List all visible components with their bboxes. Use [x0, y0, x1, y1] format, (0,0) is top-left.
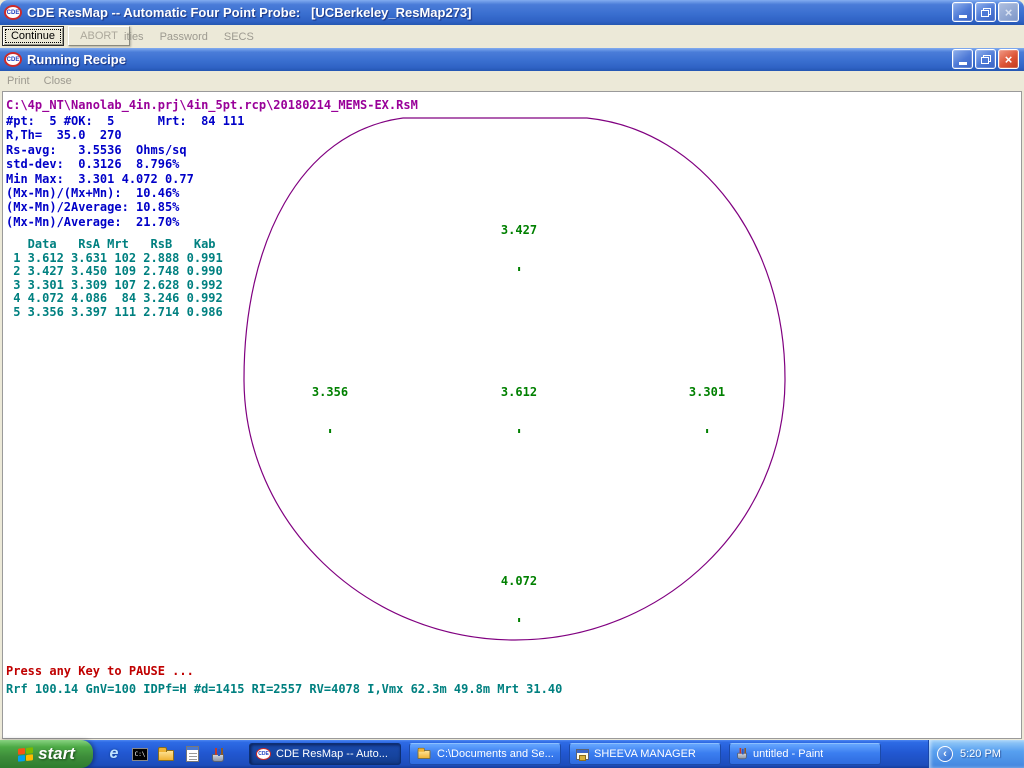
wafer-point-marker — [518, 618, 520, 622]
running-recipe-window: CDE Running Recipe × Print Close C:\4p_N… — [0, 48, 1024, 740]
task-button-area: CDE CDE ResMap -- Auto... C:\Documents a… — [237, 743, 928, 765]
notepad-icon[interactable] — [183, 745, 201, 763]
app-window-icon — [576, 749, 589, 760]
recipe-window-menubar: Print Close — [0, 71, 1024, 91]
wafer-point-bottom: 4.072 — [490, 546, 548, 650]
tray-chevron-icon[interactable]: ‹ — [937, 746, 953, 762]
menu-item-print[interactable]: Print — [7, 75, 30, 87]
system-tray: ‹ 5:20 PM — [928, 740, 1024, 768]
main-window-titlebar: CDE CDE ResMap -- Automatic Four Point P… — [0, 0, 1024, 25]
wafer-point-value: 3.356 — [301, 385, 359, 399]
wafer-point-value: 3.427 — [490, 223, 548, 237]
wafer-point-right: 3.301 — [678, 357, 736, 461]
cde-app-icon: CDE — [4, 5, 22, 20]
taskbar-item-documents-folder[interactable]: C:\Documents and Se... — [409, 743, 561, 765]
taskbar: start e C:\ CDE CDE ResMap -- Auto... C:… — [0, 740, 1024, 768]
windows-flag-icon — [18, 747, 33, 762]
folder-icon — [418, 750, 431, 759]
pause-message: Press any Key to PAUSE ... — [6, 664, 194, 678]
menu-item-secs[interactable]: SECS — [224, 31, 254, 43]
main-minimize-button[interactable] — [952, 2, 973, 22]
start-button[interactable]: start — [0, 740, 93, 768]
wafer-point-value: 3.301 — [678, 385, 736, 399]
wafer-point-center: 3.612 — [490, 357, 548, 461]
wafer-point-marker — [706, 429, 708, 433]
wafer-point-value: 4.072 — [490, 574, 548, 588]
recipe-minimize-button[interactable] — [952, 49, 973, 69]
continue-button[interactable]: Continue — [2, 26, 64, 46]
paint-icon — [737, 753, 747, 759]
start-button-label: start — [38, 744, 75, 764]
main-close-button[interactable]: × — [998, 2, 1019, 22]
wafer-point-marker — [329, 429, 331, 433]
cde-app-icon: CDE — [4, 52, 22, 67]
taskbar-item-sheeva-manager[interactable]: SHEEVA MANAGER — [569, 743, 721, 765]
taskbar-item-paint[interactable]: untitled - Paint — [729, 743, 881, 765]
menu-item-utilities[interactable]: ities — [124, 31, 144, 43]
recipe-window-titlebar: CDE Running Recipe × — [0, 48, 1024, 71]
recipe-close-button[interactable]: × — [998, 49, 1019, 69]
taskbar-item-cde-resmap[interactable]: CDE CDE ResMap -- Auto... — [249, 743, 401, 765]
wafer-point-top: 3.427 — [490, 195, 548, 299]
menu-item-close[interactable]: Close — [44, 75, 72, 87]
recipe-results-panel: C:\4p_NT\Nanolab_4in.prj\4in_5pt.rcp\201… — [2, 91, 1022, 739]
wafer-point-marker — [518, 429, 520, 433]
menu-item-password[interactable]: Password — [160, 31, 208, 43]
wafer-point-marker — [518, 267, 520, 271]
taskbar-clock: 5:20 PM — [960, 748, 1001, 760]
desktop: CDE CDE ResMap -- Automatic Four Point P… — [0, 0, 1024, 768]
internet-explorer-icon[interactable]: e — [105, 745, 123, 763]
abort-button[interactable]: ABORT — [68, 26, 130, 46]
main-window-title: CDE ResMap -- Automatic Four Point Probe… — [27, 5, 472, 20]
wafer-point-value: 3.612 — [490, 385, 548, 399]
recipe-window-title: Running Recipe — [27, 52, 126, 67]
paint-icon[interactable] — [209, 745, 227, 763]
main-restore-button[interactable] — [975, 2, 996, 22]
quick-launch-bar: e C:\ — [93, 745, 237, 763]
probe-status-line: Rrf 100.14 GnV=100 IDPf=H #d=1415 RI=255… — [6, 682, 562, 696]
recipe-restore-button[interactable] — [975, 49, 996, 69]
cde-app-icon: CDE — [256, 748, 271, 760]
folder-icon[interactable] — [157, 745, 175, 763]
wafer-point-left: 3.356 — [301, 357, 359, 461]
main-window-toolbar: Continue ABORT ities Password SECS — [0, 25, 1024, 48]
command-prompt-icon[interactable]: C:\ — [131, 745, 149, 763]
